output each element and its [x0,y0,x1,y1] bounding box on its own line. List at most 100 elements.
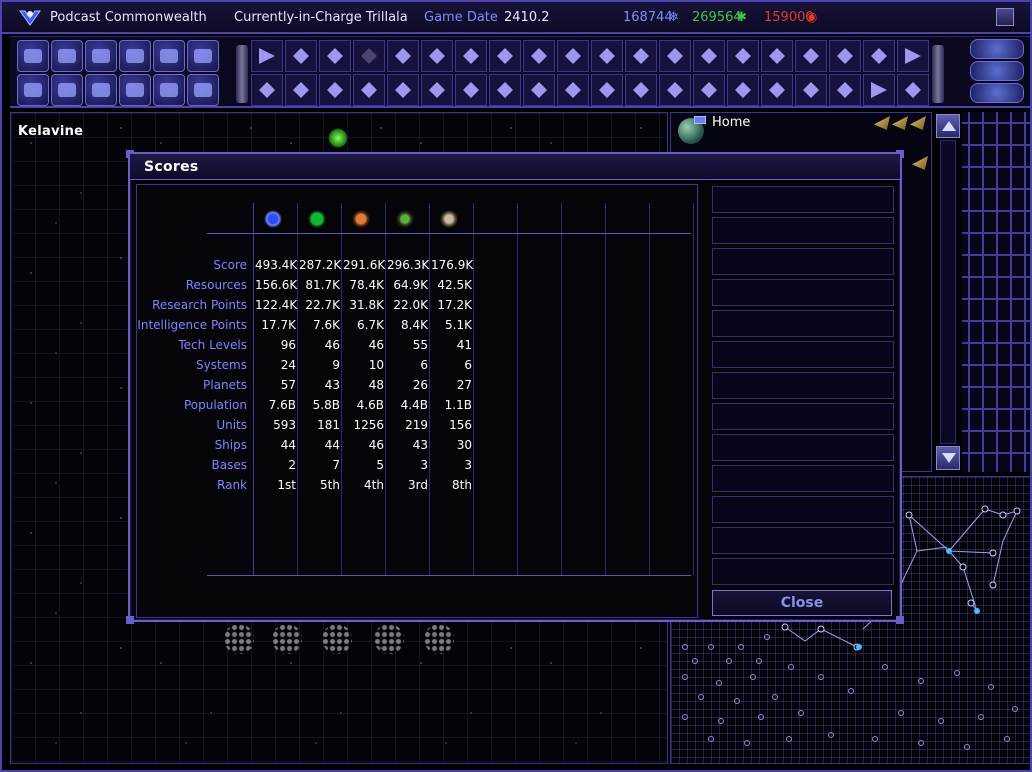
order-button[interactable] [387,40,419,72]
empire-slot[interactable] [712,527,894,554]
score-cell: 10 [368,358,384,372]
ship-icon[interactable] [892,116,908,130]
asteroid-field-icon[interactable] [322,624,352,654]
order-button[interactable] [421,74,453,106]
order-button[interactable] [523,74,555,106]
green-empire-emblem-icon[interactable] [307,209,327,229]
reports-button[interactable] [17,40,49,72]
ship-icon[interactable] [874,116,890,130]
order-button[interactable] [693,40,725,72]
commonwealth-emblem-icon[interactable] [263,209,283,229]
order-button[interactable] [251,40,283,72]
help-button[interactable] [153,74,185,106]
scrollbar-track[interactable] [940,140,956,444]
order-button[interactable] [591,40,623,72]
score-row-label: Planets [203,378,247,392]
order-button[interactable] [319,74,351,106]
order-button[interactable] [727,40,759,72]
ships-button[interactable] [153,40,185,72]
bird-emblem-icon[interactable] [439,209,459,229]
construction-button[interactable] [17,74,49,106]
log-button[interactable] [85,74,117,106]
asteroid-field-icon[interactable] [374,624,404,654]
main-menu-button[interactable] [996,8,1014,26]
empire-slot[interactable] [712,217,894,244]
table-row: 7.6B 5.8B 4.6B 4.4B 1.1B [255,395,475,415]
scroll-up-button[interactable] [936,114,960,138]
order-button[interactable] [319,40,351,72]
order-button[interactable] [489,40,521,72]
empire-slot[interactable] [712,403,894,430]
empire-slot[interactable] [712,341,894,368]
order-button[interactable] [285,74,317,106]
empire-slot[interactable] [712,434,894,461]
empire-slot[interactable] [712,372,894,399]
order-button[interactable] [251,74,283,106]
score-cell: 41 [456,338,472,352]
order-button[interactable] [421,40,453,72]
zoom-in-button[interactable] [970,39,1024,59]
order-button[interactable] [523,40,555,72]
close-button[interactable]: Close [712,590,892,616]
order-button[interactable] [353,40,385,72]
globe-view-button[interactable] [970,83,1024,103]
empire-emblem-icon[interactable] [19,8,41,26]
order-button[interactable] [829,40,861,72]
planet-icon[interactable] [328,128,348,148]
order-button[interactable] [761,40,793,72]
galaxy-button[interactable] [51,40,83,72]
order-button[interactable] [863,74,895,106]
radioactives-icon: ◉ [806,10,818,25]
zoom-out-button[interactable] [970,61,1024,81]
order-button[interactable] [693,74,725,106]
score-cell: 44 [280,438,296,452]
order-button[interactable] [455,74,487,106]
score-cell: 81.7K [305,278,340,292]
order-button[interactable] [557,40,589,72]
order-button[interactable] [659,74,691,106]
scroll-down-button[interactable] [936,446,960,470]
empire-slot[interactable] [712,279,894,306]
order-button[interactable] [625,74,657,106]
order-button[interactable] [829,74,861,106]
order-button[interactable] [557,74,589,106]
order-button[interactable] [353,74,385,106]
order-button[interactable] [727,74,759,106]
empire-slot[interactable] [712,558,894,585]
empire-slot[interactable] [712,496,894,523]
order-button[interactable] [897,40,929,72]
design-button[interactable] [187,40,219,72]
empire-slot[interactable] [712,465,894,492]
order-button[interactable] [455,40,487,72]
order-button[interactable] [795,74,827,106]
asteroid-field-icon[interactable] [224,624,254,654]
order-button[interactable] [659,40,691,72]
order-button[interactable] [625,40,657,72]
decorative-circuit-panel [962,112,1032,472]
colonies-button[interactable] [119,40,151,72]
order-button[interactable] [387,74,419,106]
table-row: 17.7K 7.6K 6.7K 8.4K 5.1K [255,315,475,335]
empire-slot[interactable] [712,248,894,275]
home-label[interactable]: Home [712,115,750,130]
order-button[interactable] [285,40,317,72]
empires-button[interactable] [51,74,83,106]
asteroid-field-icon[interactable] [272,624,302,654]
orange-empire-emblem-icon[interactable] [351,209,371,229]
asteroid-field-icon[interactable] [424,624,454,654]
order-button[interactable] [795,40,827,72]
order-button[interactable] [761,74,793,106]
options-button[interactable] [187,74,219,106]
empire-slot[interactable] [712,186,894,213]
planets-button[interactable] [85,40,117,72]
order-button[interactable] [489,74,521,106]
ship-icon[interactable] [910,116,926,130]
score-cell: 42.5K [437,278,472,292]
green-orb-emblem-icon[interactable] [395,209,415,229]
empire-slot[interactable] [712,310,894,337]
order-button[interactable] [863,40,895,72]
order-button[interactable] [897,74,929,106]
order-button[interactable] [591,74,623,106]
dialog-title-bar[interactable]: Scores [130,154,900,180]
leaders-button[interactable] [119,74,151,106]
